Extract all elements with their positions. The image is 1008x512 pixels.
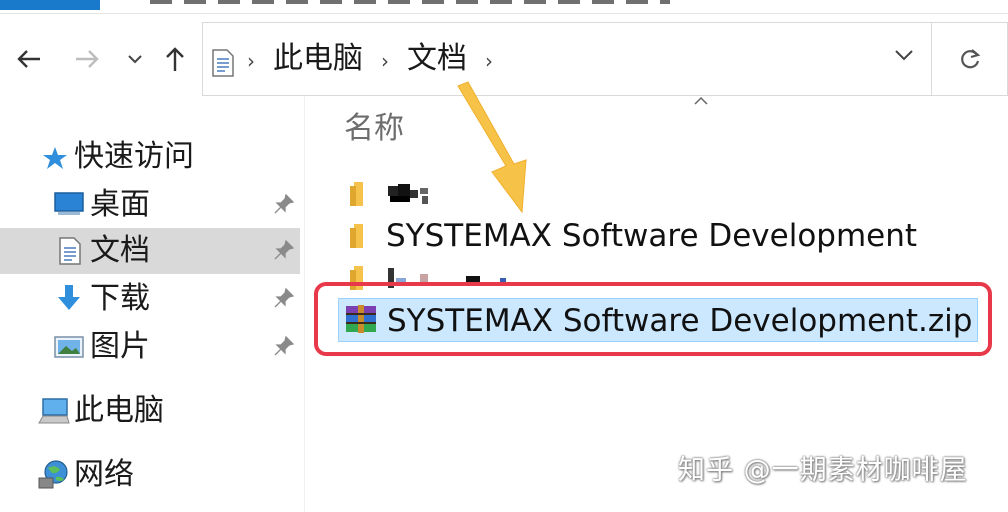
sidebar-item-desktop[interactable]: 桌面 — [0, 182, 300, 228]
star-icon — [43, 147, 67, 169]
pin-icon[interactable] — [274, 240, 294, 260]
ribbon-strip — [0, 0, 1008, 14]
recent-locations-button[interactable] — [120, 44, 150, 74]
sidebar-item-pictures[interactable]: 图片 — [0, 324, 300, 370]
up-button[interactable] — [160, 44, 190, 74]
pictures-icon — [54, 336, 84, 358]
breadcrumb-documents[interactable]: 文档 — [407, 37, 467, 81]
sidebar-item-label: 快速访问 — [74, 139, 194, 174]
arrow-right-icon — [76, 50, 99, 68]
annotation-arrow — [457, 81, 527, 214]
ribbon-cut-text — [150, 0, 670, 4]
pixelated-block — [388, 184, 428, 204]
address-bar[interactable]: › 此电脑 › 文档 › — [202, 22, 932, 96]
download-icon — [58, 285, 80, 310]
sidebar-item-downloads[interactable]: 下载 — [0, 276, 300, 322]
sort-ascending-icon — [694, 96, 708, 105]
refresh-icon — [960, 49, 980, 69]
pin-icon[interactable] — [274, 288, 294, 308]
chevron-down-icon[interactable] — [895, 49, 913, 61]
folder-icon — [350, 224, 363, 248]
arrow-left-icon — [17, 50, 40, 68]
breadcrumb-separator[interactable]: › — [485, 49, 493, 73]
breadcrumb-separator: › — [247, 49, 255, 73]
sidebar-item-label: 桌面 — [90, 187, 150, 222]
list-item[interactable] — [338, 172, 978, 216]
back-button[interactable] — [14, 44, 44, 74]
sidebar-item-label: 下载 — [90, 281, 150, 316]
navigation-pane: 快速访问 桌面 文档 下载 图片 此电脑 网络 — [0, 96, 302, 512]
sidebar-item-this-pc[interactable]: 此电脑 — [0, 388, 300, 434]
file-name: SYSTEMAX Software Development — [386, 218, 918, 254]
arrow-up-icon — [166, 47, 184, 71]
chevron-down-icon — [128, 55, 142, 64]
document-icon — [212, 49, 234, 77]
annotation-highlight-box — [314, 282, 992, 356]
computer-icon — [38, 398, 70, 424]
refresh-button[interactable] — [932, 22, 1008, 96]
desktop-icon — [54, 192, 84, 215]
sidebar-item-quick-access[interactable]: 快速访问 — [0, 134, 300, 180]
breadcrumb-separator[interactable]: › — [381, 49, 389, 73]
sidebar-item-documents[interactable]: 文档 — [0, 228, 300, 274]
sidebar-item-network[interactable]: 网络 — [0, 452, 300, 498]
sidebar-item-label: 图片 — [90, 329, 150, 364]
column-header-name[interactable]: 名称 — [344, 108, 404, 150]
pane-divider[interactable] — [304, 96, 305, 512]
forward-button[interactable] — [72, 44, 102, 74]
sidebar-item-label: 网络 — [74, 457, 134, 492]
network-icon — [38, 460, 68, 489]
list-item[interactable]: SYSTEMAX Software Development — [338, 214, 978, 258]
breadcrumb-this-pc[interactable]: 此电脑 — [273, 37, 363, 81]
sidebar-item-label: 文档 — [90, 233, 150, 268]
pin-icon[interactable] — [274, 194, 294, 214]
folder-icon — [350, 182, 363, 206]
watermark: 知乎 @一期素材咖啡屋 — [678, 455, 968, 486]
pin-icon[interactable] — [274, 336, 294, 356]
document-icon — [59, 237, 81, 265]
file-tab[interactable] — [0, 0, 100, 10]
redacted-filename — [386, 180, 446, 206]
sidebar-item-label: 此电脑 — [74, 393, 164, 428]
